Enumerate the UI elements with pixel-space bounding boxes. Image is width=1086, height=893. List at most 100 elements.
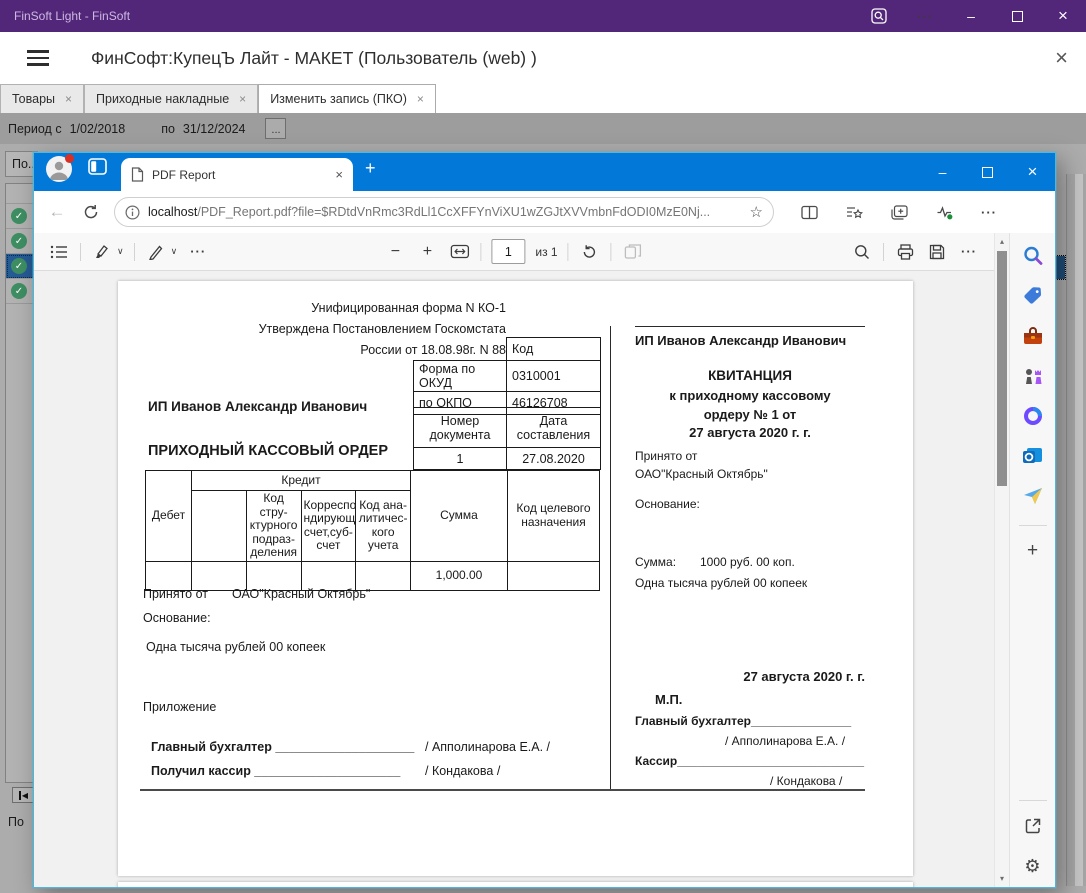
- save-icon[interactable]: [926, 241, 948, 263]
- zoom-in-button[interactable]: +: [416, 241, 438, 263]
- corr-account-header: Корреспо- ндирующий счет,суб- счет: [301, 491, 356, 562]
- os-maximize-button[interactable]: [994, 0, 1040, 32]
- favorite-star-icon[interactable]: ☆: [750, 203, 763, 221]
- sidebar-search-icon[interactable]: [1020, 243, 1046, 269]
- back-button[interactable]: ←: [44, 199, 70, 225]
- tab-close-icon[interactable]: ×: [417, 92, 424, 106]
- screen: FinSoft Light - FinSoft ··· – × ФинСофт:…: [0, 0, 1086, 893]
- browser-essentials-icon[interactable]: [931, 199, 957, 225]
- table-of-contents-icon[interactable]: [48, 241, 70, 263]
- os-window-title: FinSoft Light - FinSoft: [14, 9, 856, 23]
- browser-close-button[interactable]: ×: [1010, 153, 1055, 191]
- draw-pen-dropdown-icon[interactable]: ∨: [171, 246, 178, 257]
- check-icon: ✓: [11, 283, 27, 299]
- tab-label: Изменить запись (ПКО): [270, 92, 407, 106]
- profile-avatar[interactable]: [46, 156, 72, 182]
- sidebar-toolbox-icon[interactable]: [1020, 323, 1046, 349]
- browser-more-icon[interactable]: ···: [976, 199, 1002, 225]
- address-bar[interactable]: localhost/PDF_Report.pdf?file=$RDtdVnRmc…: [114, 197, 774, 227]
- sidebar-games-icon[interactable]: [1020, 363, 1046, 389]
- pdf-more-icon[interactable]: ···: [958, 241, 980, 263]
- scrollbar-thumb[interactable]: [997, 251, 1007, 486]
- sidebar-shopping-icon[interactable]: [1020, 283, 1046, 309]
- search-window-icon[interactable]: [856, 0, 902, 32]
- accepted-from-value: ОАО"Красный Октябрь": [232, 587, 370, 601]
- os-minimize-button[interactable]: –: [948, 0, 994, 32]
- pdf-more-tools-icon[interactable]: ···: [187, 241, 209, 263]
- sidebar-divider: [1019, 800, 1047, 801]
- os-titlebar: FinSoft Light - FinSoft ··· – ×: [0, 0, 1086, 32]
- tab-izmenit-zapis-pko[interactable]: Изменить запись (ПКО) ×: [258, 84, 436, 113]
- search-icon[interactable]: [851, 241, 873, 263]
- browser-tab-title: PDF Report: [152, 168, 327, 182]
- browser-maximize-button[interactable]: [965, 153, 1010, 191]
- period-from-value[interactable]: 1/02/2018: [70, 122, 126, 136]
- pdf-scrollbar[interactable]: ▴ ▾: [994, 233, 1009, 887]
- highlighter-icon[interactable]: [91, 241, 113, 263]
- sidebar-add-icon[interactable]: +: [1020, 538, 1046, 564]
- doc-date-value: 27.08.2020: [507, 448, 601, 470]
- browser-toolbar: ← localhost/PDF_Report.pdf?file=$RDtdVnR…: [34, 191, 1055, 233]
- tab-row: Товары × Приходные накладные × Изменить …: [0, 84, 1086, 113]
- collections-icon[interactable]: [886, 199, 912, 225]
- scroll-up-icon[interactable]: ▴: [995, 237, 1009, 246]
- favorites-icon[interactable]: [841, 199, 867, 225]
- browser-tab-pdf-report[interactable]: PDF Report ×: [121, 158, 353, 191]
- okud-label: Форма по ОКУД: [414, 361, 507, 392]
- tab-label: Товары: [12, 92, 55, 106]
- open-in-window-icon[interactable]: [1020, 813, 1046, 839]
- accepted-from-label: Принято от: [143, 587, 208, 601]
- app-title: ФинСофт:КупецЪ Лайт - МАКЕТ (Пользовател…: [91, 48, 1055, 69]
- rotate-icon[interactable]: [579, 241, 601, 263]
- pdf-toolbar-right: ···: [851, 241, 980, 263]
- draw-pen-icon[interactable]: [145, 241, 167, 263]
- print-icon[interactable]: [894, 241, 916, 263]
- period-to-value[interactable]: 31/12/2024: [183, 122, 246, 136]
- highlighter-dropdown-icon[interactable]: ∨: [117, 246, 124, 257]
- sidebar-settings-icon[interactable]: ⚙: [1020, 853, 1046, 879]
- zoom-out-button[interactable]: −: [384, 241, 406, 263]
- fit-to-width-icon[interactable]: [448, 241, 470, 263]
- browser-titlebar: PDF Report × + – ×: [34, 153, 1055, 191]
- receipt-cashier-name: / Кондакова /: [770, 774, 842, 788]
- tab-close-icon[interactable]: ×: [239, 92, 246, 106]
- os-close-button[interactable]: ×: [1040, 0, 1086, 32]
- info-icon[interactable]: [125, 205, 140, 220]
- browser-tab-close-icon[interactable]: ×: [335, 167, 343, 182]
- doc-number-value: 1: [414, 448, 507, 470]
- chief-accountant-label: Главный бухгалтер ____________________: [151, 740, 414, 754]
- browser-minimize-button[interactable]: –: [920, 153, 965, 191]
- pdf-toolbar-center: − + 1 из 1: [384, 239, 643, 264]
- split-screen-icon[interactable]: [796, 199, 822, 225]
- chief-accountant-name: / Апполинарова Е.А. /: [425, 740, 550, 754]
- receipt-title: КВИТАНЦИЯ: [635, 368, 865, 383]
- page-number-input[interactable]: 1: [491, 239, 525, 264]
- workspaces-icon[interactable]: [88, 158, 107, 180]
- pdf-viewport: Унифицированная форма N КО-1 Утверждена …: [34, 271, 994, 887]
- refresh-button[interactable]: [78, 199, 104, 225]
- tab-close-icon[interactable]: ×: [65, 92, 72, 106]
- new-tab-button[interactable]: +: [365, 158, 376, 179]
- sidebar-m365-icon[interactable]: [1020, 403, 1046, 429]
- cashier-received-label: Получил кассир _____________________: [151, 764, 400, 778]
- sidebar-outlook-icon[interactable]: [1020, 443, 1046, 469]
- period-more-button[interactable]: ...: [265, 118, 286, 139]
- os-more-button[interactable]: ···: [902, 0, 948, 32]
- tab-prihodnye-nakladnye[interactable]: Приходные накладные ×: [84, 84, 258, 113]
- pdf-page: Унифицированная форма N КО-1 Утверждена …: [118, 281, 913, 876]
- url-text: localhost/PDF_Report.pdf?file=$RDtdVnRmc…: [148, 205, 742, 219]
- page-view-icon[interactable]: [622, 241, 644, 263]
- hamburger-menu-icon[interactable]: [27, 50, 49, 66]
- tab-tovary[interactable]: Товары ×: [0, 84, 84, 113]
- sidebar-drop-icon[interactable]: [1020, 483, 1046, 509]
- receipt-chief-accountant-label: Главный бухгалтер_______________: [635, 714, 851, 728]
- purpose-header: Код целевого назначения: [508, 471, 600, 562]
- receipt-date: 27 августа 2020 г. г.: [635, 669, 865, 684]
- scroll-down-icon[interactable]: ▾: [995, 874, 1009, 883]
- grid-first-record-button[interactable]: ◀: [12, 787, 35, 803]
- app-close-button[interactable]: ×: [1055, 47, 1068, 69]
- url-path: /PDF_Report.pdf?file=$RDtdVnRmc3RdLl1CcX…: [197, 205, 710, 219]
- tab-label: Приходные накладные: [96, 92, 229, 106]
- pdf-toolbar-left: ∨ ∨ ···: [48, 241, 209, 263]
- url-host: localhost: [148, 205, 197, 219]
